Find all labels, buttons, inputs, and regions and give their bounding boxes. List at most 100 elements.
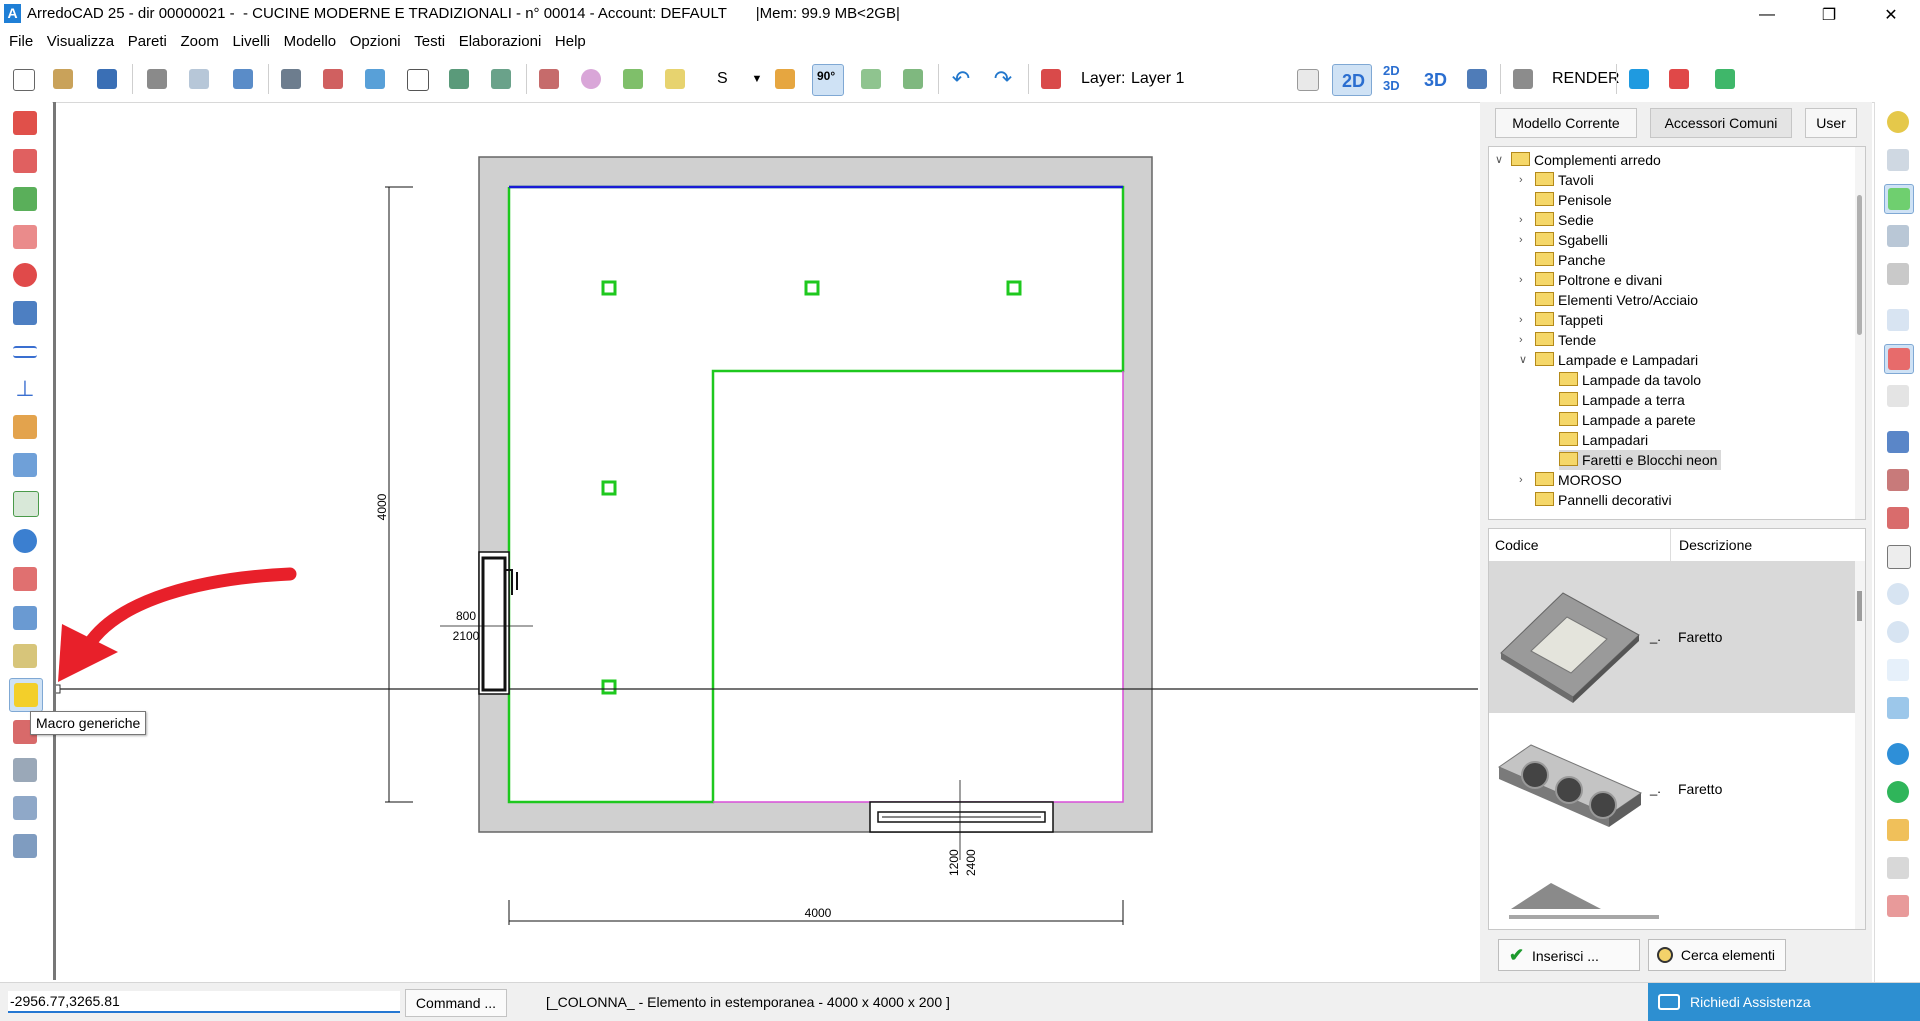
grip-point[interactable] [1006,280,1022,296]
chevron-right-icon[interactable]: › [1519,470,1531,490]
angle-90-button[interactable]: 90° [812,64,844,96]
menu-elaborazioni[interactable]: Elaborazioni [459,29,542,54]
insert-button[interactable]: ✔ Inserisci ... [1498,939,1640,971]
tab-user[interactable]: User [1805,108,1857,138]
chevron-down-icon[interactable]: ∨ [1519,350,1531,370]
tree-item[interactable]: Pannelli decorativi [1535,490,1672,510]
tree-item[interactable]: Tappeti [1535,310,1603,330]
render-settings-icon[interactable] [1508,64,1538,94]
tab-accessori-comuni[interactable]: Accessori Comuni [1650,108,1792,138]
render-c-icon[interactable] [1884,816,1912,844]
measure-icon[interactable] [1884,428,1912,456]
perpendicular-icon[interactable]: ⊥ [9,373,41,405]
mirror-icon[interactable] [9,297,41,329]
tree-item[interactable]: Penisole [1535,190,1612,210]
tree-subitem-selected[interactable]: Faretti e Blocchi neon [1559,450,1722,470]
zoom-extents-icon[interactable] [1884,466,1912,494]
edit-element-icon[interactable] [9,449,41,481]
menu-opzioni[interactable]: Opzioni [350,29,401,54]
new-file-icon[interactable] [8,64,38,94]
chevron-right-icon[interactable]: › [1519,310,1531,330]
panel-add-icon[interactable] [1884,222,1912,250]
cube-green-icon[interactable] [444,64,474,94]
tree-item[interactable]: MOROSO [1535,470,1622,490]
chevron-right-icon[interactable]: › [1519,330,1531,350]
save-icon[interactable] [92,64,122,94]
page-icon[interactable] [1884,656,1912,684]
copy-window-icon[interactable] [1884,694,1912,722]
render-button[interactable]: RENDER [1552,70,1620,88]
tree-item[interactable]: Sedie [1535,210,1594,230]
render-c2-icon[interactable] [1884,854,1912,882]
grip-point[interactable] [601,679,617,695]
menu-livelli[interactable]: Livelli [232,29,270,54]
assistance-button[interactable]: Richiedi Assistenza [1648,983,1920,1021]
grid-horizontal-scroll-thumb[interactable] [1509,915,1659,919]
3d-box-icon[interactable] [1462,64,1492,94]
list-view-icon[interactable] [1884,306,1912,334]
layer-manager-icon[interactable] [1036,64,1066,94]
menu-pareti[interactable]: Pareti [128,29,167,54]
tree-subitem[interactable]: Lampade da tavolo [1559,370,1701,390]
s-label[interactable]: S [717,70,728,88]
tree-item-root[interactable]: Complementi arredo [1511,150,1661,170]
table-row[interactable]: _. Faretto [1489,713,1855,866]
tree-item[interactable]: Tavoli [1535,170,1594,190]
refresh-icon[interactable] [1884,108,1912,136]
tree-scroll-thumb[interactable] [1857,195,1862,335]
table-row[interactable]: _. Faretto [1489,561,1855,714]
rotate-icon[interactable] [9,259,41,291]
menu-testi[interactable]: Testi [414,29,445,54]
menu-file[interactable]: File [9,29,33,54]
select-element-icon[interactable] [9,754,41,786]
cube-blue-icon[interactable] [360,64,390,94]
menu-modello[interactable]: Modello [284,29,337,54]
browser-icon[interactable] [1884,740,1912,768]
table-row-partial[interactable] [1489,865,1855,929]
layer-dropdown-icon[interactable] [1292,64,1322,94]
attach-icon[interactable] [228,64,258,94]
zoom-out-icon[interactable] [1884,618,1912,646]
menu-help[interactable]: Help [555,29,586,54]
info-box-icon[interactable] [9,602,41,634]
visibility-2-icon[interactable] [9,830,41,862]
panel-top-icon[interactable] [1884,146,1912,174]
grip-point[interactable] [601,280,617,296]
move-icon[interactable] [9,145,41,177]
color-palette-icon[interactable] [576,64,606,94]
eraser-icon[interactable] [9,221,41,253]
coordinate-input[interactable] [8,991,400,1013]
command-button[interactable]: Command ... [405,989,507,1017]
color-cube-icon[interactable] [770,64,800,94]
materials-icon[interactable] [618,64,648,94]
arrow-left-icon[interactable] [1884,344,1914,374]
open-folder-icon[interactable] [48,64,78,94]
catalog-icon[interactable] [534,64,564,94]
visibility-icon[interactable] [9,792,41,824]
zoom-all-icon[interactable] [1884,504,1912,532]
tree-subitem[interactable]: Lampade a parete [1559,410,1696,430]
close-button[interactable]: ✕ [1868,0,1914,29]
insert-point-icon[interactable] [9,487,41,519]
explode-icon[interactable] [9,107,41,139]
zoom-window-icon[interactable] [1884,382,1912,410]
tree-scrollbar[interactable] [1855,147,1865,519]
panel-green-icon[interactable] [1884,184,1914,214]
chevron-right-icon[interactable]: › [1519,270,1531,290]
layer-value[interactable]: Layer 1 [1131,70,1184,88]
download-a-icon[interactable] [1710,64,1740,94]
column-descrizione[interactable]: Descrizione [1670,529,1855,561]
view-2d3d-button[interactable]: 2D 3D [1378,63,1412,94]
tab-modello-corrente[interactable]: Modello Corrente [1495,108,1637,138]
search-elements-button[interactable]: Cerca elementi [1648,939,1786,971]
plan-view-icon[interactable] [856,64,886,94]
tree-item-lampade[interactable]: Lampade e Lampadari [1535,350,1698,370]
info-icon[interactable] [9,525,41,557]
tree-item[interactable]: Poltrone e divani [1535,270,1662,290]
cube-teal-icon[interactable] [486,64,516,94]
snap-dropdown-icon[interactable] [9,563,41,595]
layers-stack-icon[interactable] [9,640,41,672]
chevron-right-icon[interactable]: › [1519,210,1531,230]
chevron-right-icon[interactable]: › [1519,230,1531,250]
tree-subitem[interactable]: Lampade a terra [1559,390,1685,410]
